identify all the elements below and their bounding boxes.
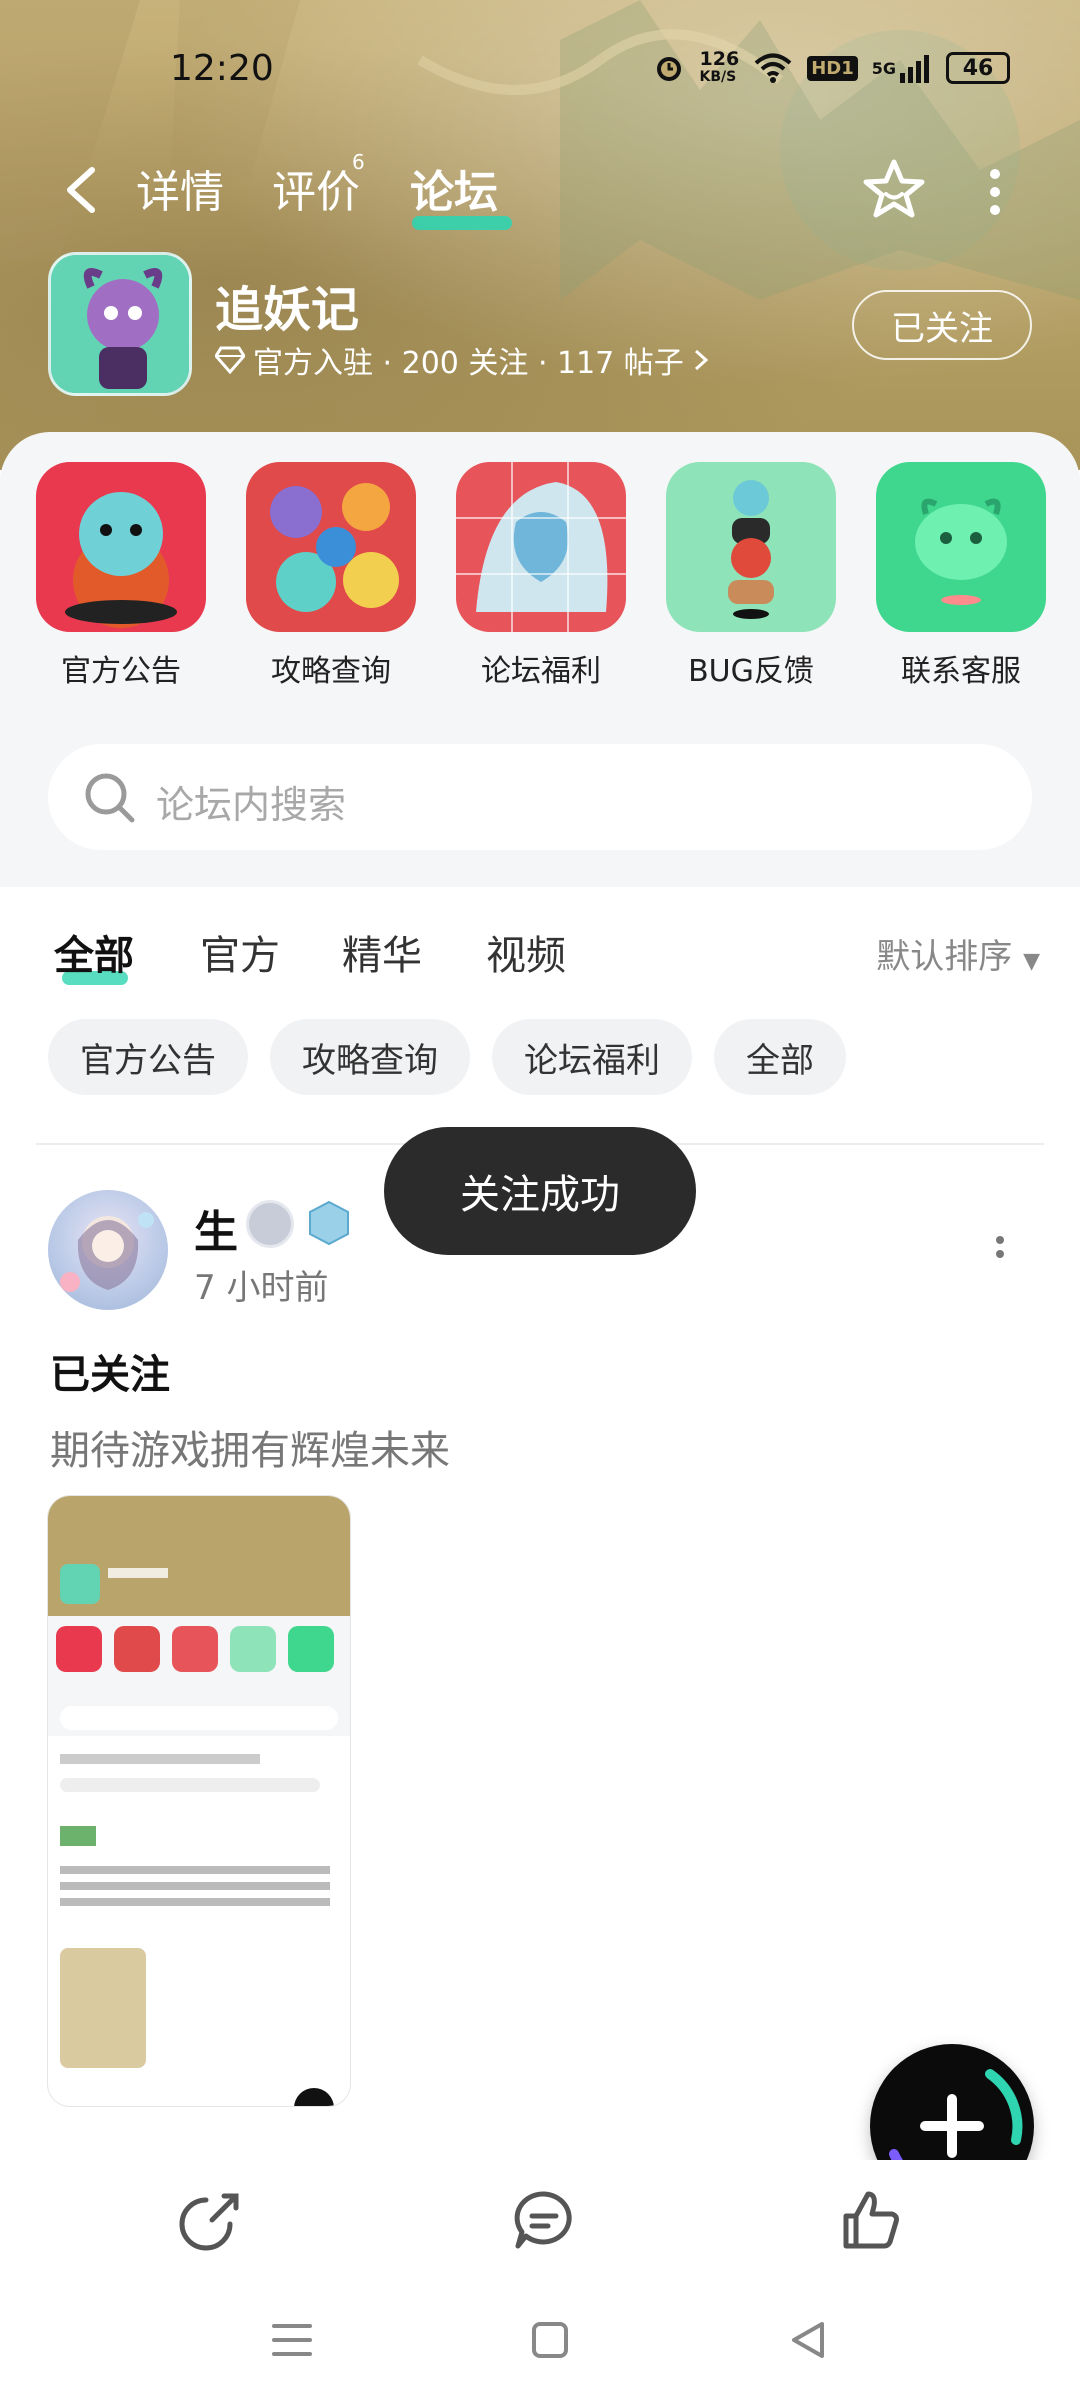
welfare-icon: [456, 462, 626, 632]
shortcut-row: 官方公告 攻略查询 论坛福利 BUG反馈 联系客服: [0, 462, 1080, 692]
avatar[interactable]: [48, 1190, 168, 1310]
app-meta[interactable]: 官方入驻 · 200 关注 · 117 帖子: [215, 338, 710, 382]
net-speed-value: 126: [699, 48, 740, 70]
network-label: 5G: [871, 58, 896, 78]
user-level-badge-icon: [246, 1200, 294, 1248]
alarm-icon: [652, 50, 686, 86]
signal-icon: 5G: [872, 50, 932, 86]
feed-filters: 全部 官方 精华 视频 默认排序 ▼ 官方公告 攻略查询 论坛福利 全部: [0, 887, 1080, 1147]
like-thumb-icon[interactable]: [838, 2188, 902, 2252]
bug-feedback-icon: [666, 462, 836, 632]
more-options-icon[interactable]: [980, 164, 1010, 220]
shortcut-label: 官方公告: [61, 654, 181, 689]
net-speed-unit: KB/S: [699, 69, 737, 85]
shortcut-label: BUG反馈: [688, 654, 814, 689]
shortcut-guide[interactable]: 攻略查询: [246, 462, 416, 690]
status-bar: 12:20 126 KB/S HD1 5G 46: [0, 40, 1080, 100]
app-meta-text: 官方入驻 · 200 关注 · 117 帖子: [253, 346, 684, 381]
forum-search-bar[interactable]: 论坛内搜索: [48, 744, 1032, 850]
caret-down-icon: ▼: [1023, 949, 1040, 974]
post-screenshot-image[interactable]: [48, 1496, 350, 2106]
category-chips: 官方公告 攻略查询 论坛福利 全部: [48, 1019, 846, 1095]
reviews-count-badge: 6: [352, 150, 365, 174]
toast-message: 关注成功: [384, 1127, 696, 1255]
chip-all[interactable]: 全部: [714, 1019, 846, 1095]
post-time: 7 小时前: [194, 1268, 329, 1308]
post-title: 已关注: [50, 1352, 170, 1398]
back-icon[interactable]: [786, 2318, 830, 2362]
app-icon[interactable]: [48, 252, 192, 396]
post-actions-bar: [0, 2160, 1080, 2290]
shortcut-bug-feedback[interactable]: BUG反馈: [666, 462, 836, 690]
post-author[interactable]: 生: [194, 1196, 238, 1260]
app-info: 追妖记 官方入驻 · 200 关注 · 117 帖子 已关注: [0, 250, 1080, 400]
feed-tab-video[interactable]: 视频: [486, 923, 566, 981]
search-icon: [85, 773, 135, 823]
app-name: 追妖记: [215, 282, 360, 338]
chip-guide[interactable]: 攻略查询: [270, 1019, 470, 1095]
back-arrow-icon[interactable]: [60, 164, 104, 216]
plus-icon-vertical: [947, 2094, 957, 2158]
post-more-icon[interactable]: [994, 1232, 1006, 1272]
tab-forum[interactable]: 论坛: [410, 156, 498, 220]
follow-button[interactable]: 已关注: [852, 290, 1032, 360]
chip-welfare[interactable]: 论坛福利: [492, 1019, 692, 1095]
hd-label: HD1: [807, 55, 858, 81]
post-card[interactable]: 生 7 小时前 已关注 期待游戏拥有辉煌未来: [0, 1150, 1080, 2150]
chip-official-notice[interactable]: 官方公告: [48, 1019, 248, 1095]
sort-dropdown[interactable]: 默认排序 ▼: [876, 929, 1040, 978]
wifi-icon: [753, 50, 793, 86]
status-time: 12:20: [170, 48, 274, 89]
forum-sheet: 官方公告 攻略查询 论坛福利 BUG反馈 联系客服 论坛内搜索: [0, 432, 1080, 887]
feed-tab-all[interactable]: 全部: [54, 923, 134, 981]
battery-level: 46: [962, 55, 994, 81]
comment-icon[interactable]: [512, 2188, 576, 2252]
share-icon[interactable]: [178, 2188, 242, 2252]
shortcut-label: 攻略查询: [271, 654, 391, 689]
feed-tab-featured[interactable]: 精华: [342, 923, 422, 981]
search-placeholder: 论坛内搜索: [156, 783, 347, 827]
battery-icon: 46: [946, 52, 1010, 84]
shortcut-label: 联系客服: [901, 654, 1021, 689]
feed-tab-official[interactable]: 官方: [200, 923, 280, 981]
net-speed: 126 KB/S: [700, 50, 740, 86]
tab-reviews[interactable]: 评价: [272, 156, 360, 220]
shortcut-welfare[interactable]: 论坛福利: [456, 462, 626, 690]
tab-details[interactable]: 详情: [136, 156, 224, 220]
top-navigation: 详情 评价 6 论坛: [0, 150, 1080, 230]
user-honor-badge-icon: [309, 1200, 349, 1246]
sort-label: 默认排序: [876, 937, 1013, 977]
shortcut-customer-service[interactable]: 联系客服: [876, 462, 1046, 690]
shortcut-label: 论坛福利: [481, 654, 601, 689]
shortcut-official-notice[interactable]: 官方公告: [36, 462, 206, 690]
system-navigation-bar: [0, 2290, 1080, 2400]
diamond-icon: [215, 346, 245, 374]
chevron-right-icon: [694, 349, 709, 371]
menu-icon[interactable]: [270, 2318, 314, 2362]
home-icon[interactable]: [528, 2318, 572, 2362]
guide-icon: [246, 462, 416, 632]
favorite-star-icon[interactable]: [860, 156, 928, 224]
customer-service-icon: [876, 462, 1046, 632]
official-notice-icon: [36, 462, 206, 632]
post-body: 期待游戏拥有辉煌未来: [50, 1428, 450, 1474]
